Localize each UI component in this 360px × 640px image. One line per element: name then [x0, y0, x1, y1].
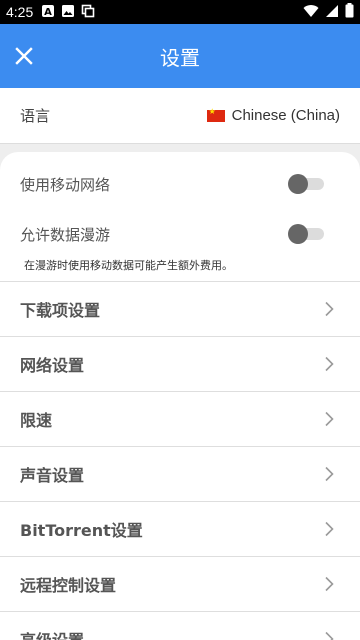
mobile-data-row: 使用移动网络 [0, 159, 360, 209]
app-bar: 设置 [0, 24, 360, 88]
nav-item-label: 限速 [20, 411, 53, 430]
chevron-right-icon [324, 356, 334, 372]
nav-item-label: 高级设置 [20, 627, 84, 640]
roaming-hint: 在漫游时使用移动数据可能产生额外费用。 [24, 259, 233, 272]
language-value-text: Chinese (China) [231, 107, 340, 124]
china-flag-icon [206, 107, 225, 122]
status-time: 4:25 [6, 4, 34, 20]
image-icon [61, 3, 75, 22]
nav-item-bittorrent[interactable]: BitTorrent设置 [0, 502, 360, 557]
chevron-right-icon [324, 521, 334, 537]
status-bar: 4:25 A [0, 0, 360, 24]
nav-item-label: 下载项设置 [20, 301, 101, 320]
language-label: 语言 [20, 107, 51, 125]
chevron-right-icon [324, 466, 334, 482]
nav-item-label: BitTorrent设置 [20, 521, 143, 540]
notification-a-icon: A [41, 3, 55, 22]
settings-card: 使用移动网络 允许数据漫游 在漫游时使用移动数据可能产生额外费用。 下载项设置 … [0, 152, 360, 640]
wifi-icon [303, 3, 319, 22]
battery-icon [345, 2, 354, 22]
nav-item-advanced[interactable]: 高级设置 [0, 612, 360, 640]
chevron-right-icon [324, 576, 334, 592]
roaming-row: 允许数据漫游 [0, 209, 360, 259]
nav-item-remote-control[interactable]: 远程控制设置 [0, 557, 360, 612]
nav-item-speed-limit[interactable]: 限速 [0, 392, 360, 447]
chevron-right-icon [324, 631, 334, 640]
close-button[interactable] [0, 32, 48, 80]
language-value: Chinese (China) [206, 107, 340, 124]
roaming-label: 允许数据漫游 [20, 225, 111, 244]
settings-nav-list: 下载项设置 网络设置 限速 声音设置 BitTorrent设置 远程控制设置 [0, 281, 360, 640]
nav-item-sound[interactable]: 声音设置 [0, 447, 360, 502]
screenshot-icon [81, 3, 95, 22]
svg-text:A: A [44, 7, 52, 18]
close-icon [15, 47, 33, 65]
roaming-toggle[interactable] [288, 224, 324, 244]
mobile-data-toggle[interactable] [288, 174, 324, 194]
chevron-right-icon [324, 301, 334, 317]
nav-item-network[interactable]: 网络设置 [0, 337, 360, 392]
nav-item-label: 声音设置 [20, 466, 85, 485]
language-setting[interactable]: 语言 Chinese (China) [0, 88, 360, 144]
page-title: 设置 [160, 45, 200, 70]
nav-item-label: 网络设置 [20, 356, 85, 375]
signal-icon [325, 3, 339, 22]
chevron-right-icon [324, 411, 334, 427]
nav-item-download[interactable]: 下载项设置 [0, 282, 360, 337]
settings-screen: 4:25 A 设置 语言 ★ Chinese (China) 使用移动网络 允许… [0, 0, 360, 640]
nav-item-label: 远程控制设置 [20, 576, 117, 595]
mobile-data-label: 使用移动网络 [20, 175, 111, 194]
